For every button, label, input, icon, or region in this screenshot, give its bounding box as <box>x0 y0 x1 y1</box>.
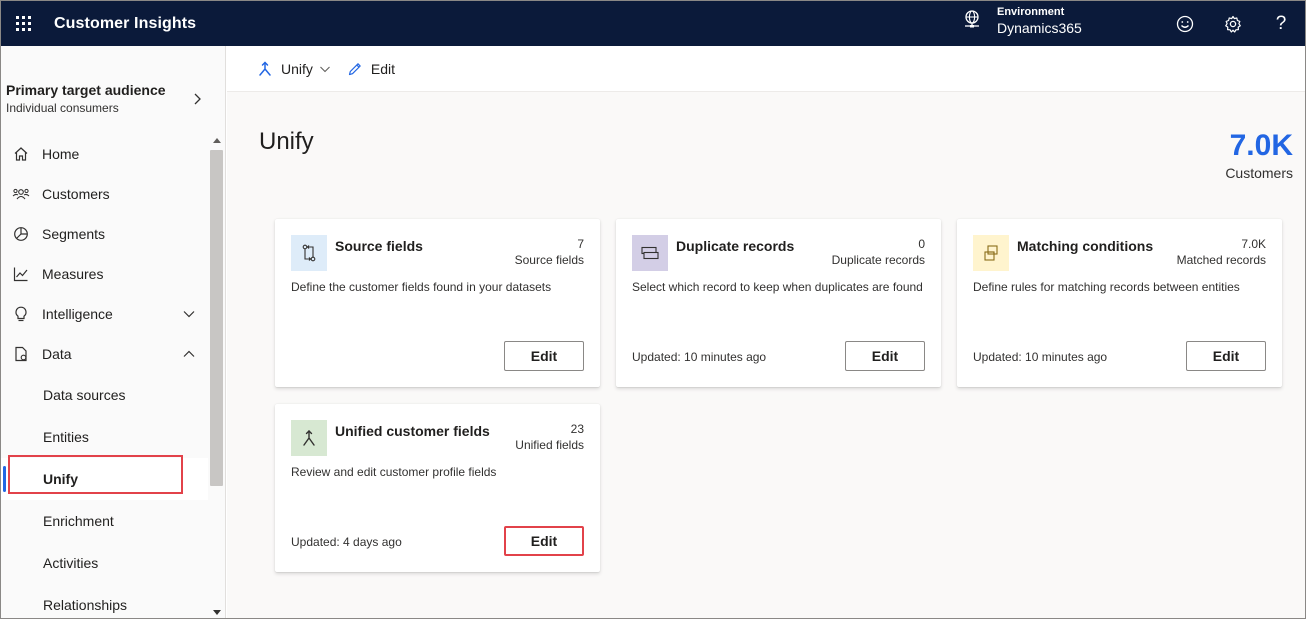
smiley-icon <box>1176 15 1194 32</box>
card-description: Select which record to keep when duplica… <box>632 280 923 294</box>
chevron-right-icon <box>194 93 201 105</box>
sidebar-item-label: Customers <box>42 186 110 202</box>
matching-conditions-edit-button[interactable]: Edit <box>1186 341 1266 371</box>
card-source-fields: Source fields 7 Source fields Define the… <box>275 219 600 387</box>
unified-fields-edit-button[interactable]: Edit <box>504 526 584 556</box>
card-count: 23 Unified fields <box>515 421 584 453</box>
command-bar: Unify Edit <box>227 46 1305 92</box>
card-count-value: 0 <box>918 237 925 251</box>
edit-command-button[interactable]: Edit <box>347 61 395 77</box>
card-count-label: Unified fields <box>515 438 584 452</box>
source-fields-icon <box>291 235 327 271</box>
environment-value: Dynamics365 <box>997 20 1082 36</box>
segments-icon <box>12 225 30 243</box>
app-title[interactable]: Customer Insights <box>54 15 196 33</box>
sidebar-item-measures[interactable]: Measures <box>1 254 208 294</box>
sidebar-item-label: Intelligence <box>42 306 113 322</box>
app-launcher-button[interactable] <box>3 1 43 46</box>
sidebar-item-label: Data <box>42 346 72 362</box>
card-title: Unified customer fields <box>335 423 490 439</box>
feedback-button[interactable] <box>1161 1 1209 46</box>
sidebar-item-relationships[interactable]: Relationships <box>1 584 208 618</box>
customers-kpi: 7.0K Customers <box>1225 128 1293 182</box>
scroll-up-icon[interactable] <box>213 137 221 143</box>
audience-title: Primary target audience <box>6 82 166 98</box>
sidebar-item-label: Measures <box>42 266 104 282</box>
audience-switcher[interactable]: Primary target audience Individual consu… <box>6 82 216 116</box>
sidebar-item-enrichment[interactable]: Enrichment <box>1 500 208 542</box>
sidebar-item-data[interactable]: Data <box>1 334 208 374</box>
card-count-label: Source fields <box>514 253 584 267</box>
help-button[interactable]: ? <box>1257 1 1305 46</box>
card-description: Define rules for matching records betwee… <box>973 280 1240 294</box>
matching-conditions-icon <box>973 235 1009 271</box>
gear-icon <box>1225 15 1241 33</box>
card-updated: Updated: 4 days ago <box>291 535 402 549</box>
home-icon <box>12 145 30 163</box>
source-fields-edit-button[interactable]: Edit <box>504 341 584 371</box>
main-content: Unify 7.0K Customers Source fields 7 Sou… <box>227 92 1305 618</box>
duplicate-records-icon <box>632 235 668 271</box>
sidebar-item-label: Home <box>42 146 80 162</box>
chevron-down-icon <box>319 63 331 75</box>
people-icon <box>12 185 30 203</box>
sidebar-item-home[interactable]: Home <box>1 134 208 174</box>
help-icon: ? <box>1275 12 1287 34</box>
sidebar: Primary target audience Individual consu… <box>1 46 226 618</box>
chart-line-icon <box>12 265 30 283</box>
card-title: Source fields <box>335 238 423 254</box>
globe-icon <box>965 10 979 28</box>
card-count-value: 7 <box>577 237 584 251</box>
app-frame: Customer Insights Environment Dynamics36… <box>0 0 1306 619</box>
card-updated: Updated: 10 minutes ago <box>632 350 767 364</box>
card-title: Duplicate records <box>676 238 795 254</box>
sidebar-item-entities[interactable]: Entities <box>1 416 208 458</box>
settings-button[interactable] <box>1209 1 1257 46</box>
sidebar-item-segments[interactable]: Segments <box>1 214 208 254</box>
unify-menu-label: Unify <box>281 60 313 77</box>
unify-merge-icon <box>291 420 327 456</box>
unify-merge-icon <box>257 60 273 77</box>
sidebar-item-customers[interactable]: Customers <box>1 174 208 214</box>
card-count: 7.0K Matched records <box>1177 236 1266 268</box>
card-count-label: Matched records <box>1176 253 1266 267</box>
sidebar-item-data-sources[interactable]: Data sources <box>1 374 208 416</box>
card-unified-customer-fields: Unified customer fields 23 Unified field… <box>275 404 600 572</box>
top-bar: Customer Insights Environment Dynamics36… <box>1 1 1305 46</box>
scroll-down-icon[interactable] <box>213 610 221 616</box>
pencil-icon <box>347 61 363 77</box>
card-description: Define the customer fields found in your… <box>291 280 552 294</box>
card-description: Review and edit customer profile fields <box>291 465 497 479</box>
chevron-up-icon <box>183 350 195 357</box>
card-matching-conditions: Matching conditions 7.0K Matched records… <box>957 219 1282 387</box>
data-icon <box>12 345 30 363</box>
card-duplicate-records: Duplicate records 0 Duplicate records Se… <box>616 219 941 387</box>
chevron-down-icon <box>183 311 195 318</box>
sidebar-item-intelligence[interactable]: Intelligence <box>1 294 208 334</box>
audience-subtitle: Individual consumers <box>6 101 119 115</box>
card-title: Matching conditions <box>1017 238 1154 254</box>
unify-menu-button[interactable]: Unify <box>257 61 331 77</box>
sidebar-item-activities[interactable]: Activities <box>1 542 208 584</box>
environment-label: Environment <box>997 6 1065 18</box>
card-count-value: 23 <box>570 422 584 436</box>
sidebar-item-unify[interactable]: Unify <box>1 458 208 500</box>
sidebar-scrollbar[interactable] <box>209 134 225 618</box>
card-count-label: Duplicate records <box>831 253 925 267</box>
waffle-icon <box>15 16 31 31</box>
card-count: 7 Source fields <box>515 236 584 268</box>
page-title: Unify <box>259 128 314 155</box>
environment-picker[interactable]: Environment Dynamics365 <box>961 6 1082 37</box>
card-count: 0 Duplicate records <box>832 236 925 268</box>
sidebar-item-label: Segments <box>42 226 106 242</box>
card-updated: Updated: 10 minutes ago <box>973 350 1108 364</box>
customers-kpi-label: Customers <box>1225 165 1293 181</box>
lightbulb-icon <box>12 305 30 323</box>
scroll-thumb[interactable] <box>210 150 223 486</box>
duplicate-records-edit-button[interactable]: Edit <box>845 341 925 371</box>
edit-command-label: Edit <box>370 60 396 77</box>
customers-kpi-value: 7.0K <box>1229 129 1293 162</box>
sidebar-nav: Home Customers Segments Measures Intelli… <box>1 134 208 618</box>
card-count-value: 7.0K <box>1241 237 1266 251</box>
